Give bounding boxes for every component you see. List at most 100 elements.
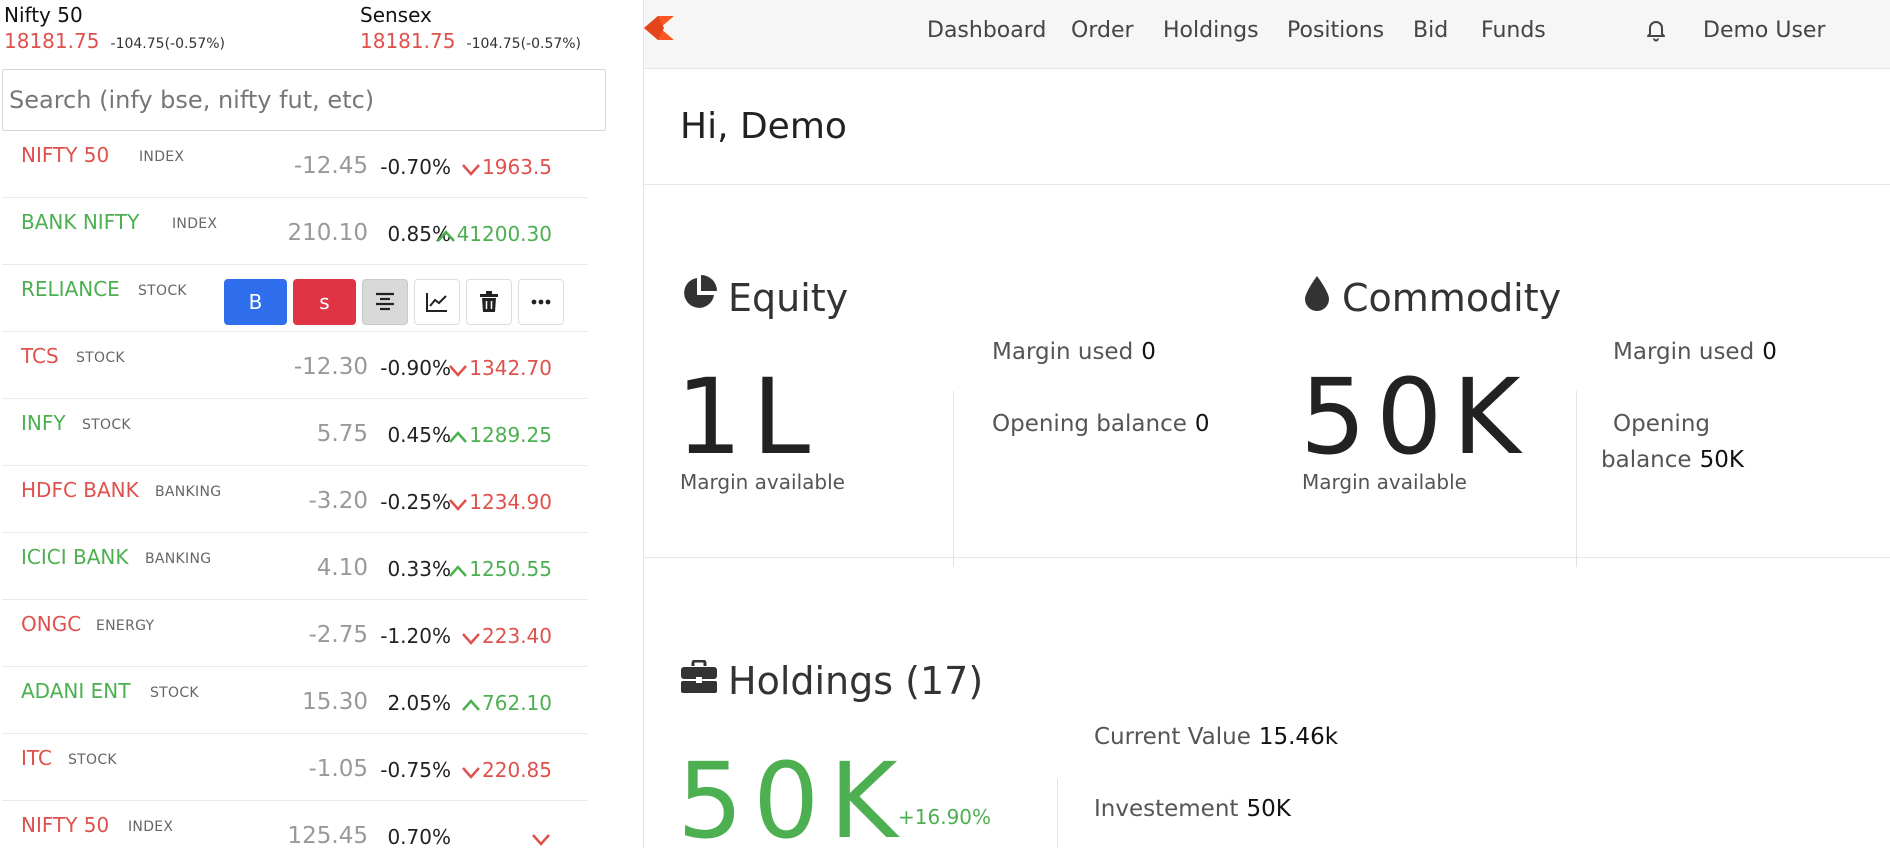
percent-change: 2.05% [387, 691, 451, 715]
price-change: -12.30 [293, 354, 368, 380]
last-traded-price: 1250.55 [448, 557, 552, 581]
index-name: Nifty 50 [4, 3, 83, 27]
instrument-type: STOCK [68, 752, 117, 768]
instrument-name: BANK NIFTY [21, 210, 140, 234]
nav-bid[interactable]: Bid [1413, 18, 1448, 43]
arrow-up-icon [449, 564, 468, 577]
instrument-type: BANKING [155, 484, 222, 500]
price-change: 4.10 [316, 555, 368, 581]
user-menu[interactable]: Demo User [1703, 18, 1826, 43]
arrow-down-icon [462, 163, 480, 176]
pie-chart-icon [680, 274, 718, 321]
divider [644, 184, 1890, 185]
arrow-up-icon [462, 698, 480, 711]
bell-icon[interactable] [1644, 17, 1668, 47]
arrow-down-icon [532, 833, 550, 846]
search-input[interactable] [3, 70, 605, 130]
delete-button[interactable] [466, 279, 512, 325]
ltp-value: 762.10 [482, 691, 552, 715]
watchlist-panel: Nifty 50 18181.75 -104.75(-0.57%) Sensex… [0, 0, 644, 848]
nav-order[interactable]: Order [1071, 18, 1134, 43]
index-nifty[interactable]: Nifty 50 18181.75 -104.75(-0.57%) [4, 2, 225, 54]
index-change: -104.75(-0.57%) [466, 36, 582, 52]
instrument-type: STOCK [76, 350, 125, 366]
ltp-value: 1289.25 [469, 423, 552, 447]
instrument-type: ENERGY [96, 618, 155, 634]
price-change: 15.30 [302, 689, 368, 715]
watchlist-row[interactable]: ADANI ENT STOCK 15.30 2.05% 762.10 [2, 667, 588, 734]
instrument-type: STOCK [82, 417, 131, 433]
equity-margin-available: 1L [676, 356, 821, 478]
instrument-type: INDEX [172, 216, 218, 232]
trash-icon [480, 291, 498, 312]
briefcase-icon [680, 659, 718, 703]
instrument-name: INFY [21, 411, 66, 435]
align-center-icon [376, 292, 394, 311]
watchlist-row[interactable]: TCS STOCK -12.30 -0.90% 1342.70 [2, 332, 588, 399]
watchlist-row[interactable]: ICICI BANK BANKING 4.10 0.33% 1250.55 [2, 533, 588, 600]
value: 50K [1246, 796, 1291, 822]
watchlist-row[interactable]: ONGC ENERGY -2.75 -1.20% 223.40 [2, 600, 588, 667]
divider [1057, 779, 1058, 848]
kite-logo-icon[interactable] [644, 14, 674, 46]
watchlist-row[interactable]: RELIANCE STOCK B s [2, 265, 588, 332]
price-change: 5.75 [316, 421, 368, 447]
last-traded-price: 1289.25 [448, 423, 552, 447]
arrow-up-icon [436, 229, 455, 242]
drop-icon [1302, 274, 1332, 321]
instrument-name: ONGC [21, 612, 82, 636]
watchlist: NIFTY 50 INDEX -12.45 -0.70% 1963.5 BANK NIFT… [2, 131, 588, 848]
more-horizontal-icon [531, 299, 551, 305]
label: Investement [1094, 796, 1239, 822]
instrument-type: STOCK [150, 685, 199, 701]
ltp-value: 1234.90 [469, 490, 552, 514]
percent-change: -1.20% [380, 624, 451, 648]
instrument-name: RELIANCE [21, 277, 120, 301]
instrument-name: HDFC BANK [21, 478, 139, 502]
instrument-name: ITC [21, 746, 52, 770]
arrow-down-icon [449, 364, 468, 377]
line-chart-icon [426, 293, 447, 312]
label: Margin used [992, 339, 1134, 365]
sell-button[interactable]: s [293, 279, 356, 325]
instrument-type: INDEX [128, 819, 174, 835]
watchlist-row[interactable]: INFY STOCK 5.75 0.45% 1289.25 [2, 399, 588, 466]
chart-button[interactable] [414, 279, 460, 325]
holdings-section-title: Holdings (17) [680, 659, 983, 703]
nav-positions[interactable]: Positions [1287, 18, 1384, 43]
commodity-margin-used: Margin used 0 [1613, 339, 1777, 365]
percent-change: -0.70% [380, 155, 451, 179]
watchlist-row[interactable]: HDFC BANK BANKING -3.20 -0.25% 1234.90 [2, 466, 588, 533]
more-options-button[interactable] [518, 279, 564, 325]
percent-change: -0.25% [380, 490, 451, 514]
index-sensex[interactable]: Sensex 18181.75 -104.75(-0.57%) [360, 2, 581, 54]
index-price: 18181.75 [360, 29, 456, 53]
ltp-value: 1342.70 [469, 356, 552, 380]
last-traded-price: 1963.5 [461, 155, 552, 179]
nav-holdings[interactable]: Holdings [1163, 18, 1259, 43]
index-price: 18181.75 [4, 29, 100, 53]
price-change: -1.05 [308, 756, 368, 782]
last-traded-price: 41200.30 [436, 222, 552, 246]
instrument-name: NIFTY 50 [21, 143, 110, 167]
watchlist-row[interactable]: NIFTY 50 INDEX -12.45 -0.70% 1963.5 [2, 131, 588, 198]
nav-dashboard[interactable]: Dashboard [927, 18, 1046, 43]
equity-section-title: Equity [680, 274, 848, 321]
nav-funds[interactable]: Funds [1481, 18, 1546, 43]
percent-change: 0.70% [387, 825, 451, 848]
last-traded-price: 762.10 [461, 691, 552, 715]
index-change: -104.75(-0.57%) [110, 36, 226, 52]
market-depth-button[interactable] [362, 279, 408, 325]
label: Current Value [1094, 724, 1251, 750]
arrow-down-icon [449, 498, 468, 511]
commodity-title: Commodity [1342, 275, 1562, 320]
watchlist-row[interactable]: BANK NIFTY INDEX 210.10 0.85% 41200.30 [2, 198, 588, 265]
equity-opening-balance: Opening balance 0 [992, 411, 1210, 437]
buy-button[interactable]: B [224, 279, 287, 325]
commodity-margin-available: 50K [1300, 356, 1531, 478]
ltp-value: 41200.30 [456, 222, 552, 246]
instrument-type: BANKING [145, 551, 212, 567]
equity-margin-available-label: Margin available [680, 470, 845, 494]
watchlist-row[interactable]: ITC STOCK -1.05 -0.75% 220.85 [2, 734, 588, 801]
watchlist-row[interactable]: NIFTY 50 INDEX 125.45 0.70% [2, 801, 588, 848]
